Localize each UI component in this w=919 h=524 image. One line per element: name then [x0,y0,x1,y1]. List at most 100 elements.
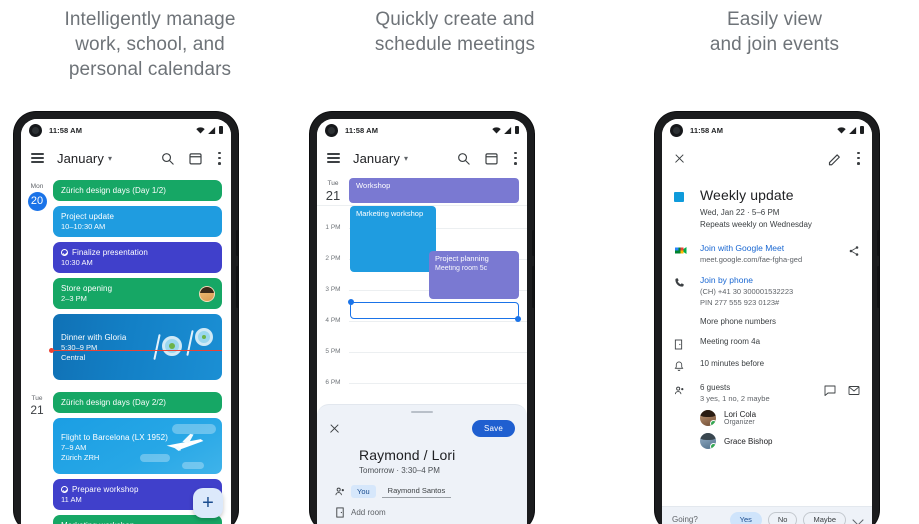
sheet-grabber[interactable] [411,411,433,413]
all-day-event[interactable]: Workshop [349,178,519,203]
guest-chip-you[interactable]: You [351,484,376,498]
month-label[interactable]: January [353,151,400,166]
room-row[interactable]: Add room [329,507,515,518]
mail-icon[interactable] [848,385,860,396]
join-phone-link[interactable]: Join by phone [700,275,860,285]
task-item[interactable]: Finalize presentation 10:30 AM [53,242,222,273]
rsvp-yes-button[interactable]: Yes [729,511,762,524]
event-recurrence: Repeats weekly on Wednesday [700,220,812,229]
kebab-menu-icon[interactable] [514,151,517,165]
phone-number: (CH) +41 30 300001532223 [700,287,794,296]
signal-icon [849,126,857,134]
reminder-row[interactable]: 10 minutes before [674,350,860,372]
guests-row[interactable]: You Raymond Santos [329,484,515,498]
app-bar-2: January ▾ [317,141,527,175]
close-icon[interactable] [329,423,340,434]
power-button[interactable] [877,230,879,256]
chevron-down-icon[interactable]: ▾ [404,154,408,163]
guest-rsvp-summary: 3 yes, 1 no, 2 maybe [700,394,770,403]
task-title: Finalize presentation [72,248,148,257]
grid-event[interactable]: Project planning Meeting room 5c [429,251,519,299]
calendar-icon[interactable] [188,151,203,166]
join-meet-link[interactable]: Join with Google Meet [700,243,848,253]
month-label[interactable]: January [57,151,104,166]
status-bar: 11:58 AM [21,119,231,141]
day-number-today[interactable]: 20 [27,192,47,211]
hour-label: 2 PM [325,255,341,262]
drag-handle-top[interactable] [348,299,354,305]
volume-button[interactable] [877,266,879,308]
close-icon[interactable] [674,153,685,164]
people-icon [674,383,700,403]
chevron-down-icon[interactable] [852,513,864,524]
panel-calendars: Intelligently manage work, school, and p… [0,0,300,524]
guest-name: Lori Cola [724,410,757,419]
power-button[interactable] [236,230,238,256]
guest-list-item[interactable]: Lori Cola Organizer [674,410,860,426]
event-datetime[interactable]: Tomorrow · 3:30–4 PM [359,466,515,475]
day-number[interactable]: 21 [21,403,53,418]
kebab-menu-icon[interactable] [218,151,221,165]
event-item-flight[interactable]: Flight to Barcelona (LX 1952) 7–9 AM Zür… [53,418,222,474]
calendar-icon[interactable] [484,151,499,166]
current-time-indicator [49,347,222,353]
save-button[interactable]: Save [471,419,515,437]
avatar [700,410,716,426]
chat-icon[interactable] [824,385,836,396]
guest-chip[interactable]: Raymond Santos [381,484,452,498]
event-item[interactable]: Store opening 2–3 PM [53,278,222,309]
room-row: Meeting room 4a [674,326,860,350]
add-room-button[interactable]: Add room [351,508,386,517]
hour-label: 4 PM [325,317,341,324]
rsvp-no-button[interactable]: No [767,511,798,524]
event-title-input[interactable]: Raymond / Lori [359,447,515,463]
status-icons [492,126,519,134]
day-of-week: Tue [327,180,339,187]
search-icon[interactable] [160,151,175,166]
volume-button[interactable] [532,266,534,308]
pencil-icon[interactable] [827,151,842,166]
day-grid[interactable]: 1 PM 2 PM 3 PM 4 PM 5 PM 6 PM Marketing … [317,205,527,411]
create-event-fab[interactable]: + [193,488,223,518]
volume-button[interactable] [236,266,238,308]
event-location: Zürich ZRH [61,453,100,462]
event-title: Project update [61,212,114,221]
more-numbers-row[interactable]: More phone numbers [674,307,860,326]
headline-calendars: Intelligently manage work, school, and p… [0,0,300,82]
meet-row[interactable]: Join with Google Meet meet.google.com/fa… [674,229,860,264]
event-title: Project planning [435,254,489,263]
chevron-down-icon[interactable]: ▾ [108,154,112,163]
room-icon [674,337,700,350]
event-reminder: 10 minutes before [700,359,765,368]
more-phone-numbers-link[interactable]: More phone numbers [700,317,860,326]
event-item[interactable]: Project update 10–10:30 AM [53,206,222,237]
guest-list-item[interactable]: Grace Bishop [674,433,860,449]
headline-line: Intelligently manage [64,9,236,30]
share-icon[interactable] [848,245,860,257]
status-bar: 11:58 AM [662,119,872,141]
hamburger-icon[interactable] [327,153,340,163]
power-button[interactable] [532,230,534,256]
draft-event-block[interactable] [348,299,521,322]
hamburger-icon[interactable] [31,153,44,163]
event-item[interactable]: Zürich design days (Day 1/2) [53,180,222,201]
phone-row[interactable]: Join by phone (CH) +41 30 300001532223 P… [674,264,860,307]
phone-mockup-1: 11:58 AM January ▾ Mon 20 Zürich design … [14,112,238,524]
phone-pin: PIN 277 555 923 0123# [700,298,780,307]
drag-handle-bottom[interactable] [515,316,521,322]
wifi-icon [492,126,501,133]
rsvp-maybe-button[interactable]: Maybe [803,511,846,524]
front-camera-icon [670,123,683,137]
grid-event[interactable]: Marketing workshop [350,206,436,272]
event-header-row: Weekly update Wed, Jan 22 · 5–6 PM Repea… [674,179,860,229]
event-title: Weekly update [700,187,794,203]
event-item[interactable]: Zürich design days (Day 2/2) [53,392,222,413]
search-icon[interactable] [456,151,471,166]
event-title: Store opening [61,284,113,293]
phone-mockup-3: 11:58 AM Weekly update Wed, Jan 22 · 5–6… [655,112,879,524]
kebab-menu-icon[interactable] [857,151,860,165]
event-title: Marketing workshop [356,209,424,218]
day-number[interactable]: 21 [317,188,349,203]
schedule-list[interactable]: Mon 20 Zürich design days (Day 1/2) Proj… [21,175,231,524]
event-item-dinner[interactable]: Dinner with Gloria 5:30–9 PM Central [53,314,222,380]
